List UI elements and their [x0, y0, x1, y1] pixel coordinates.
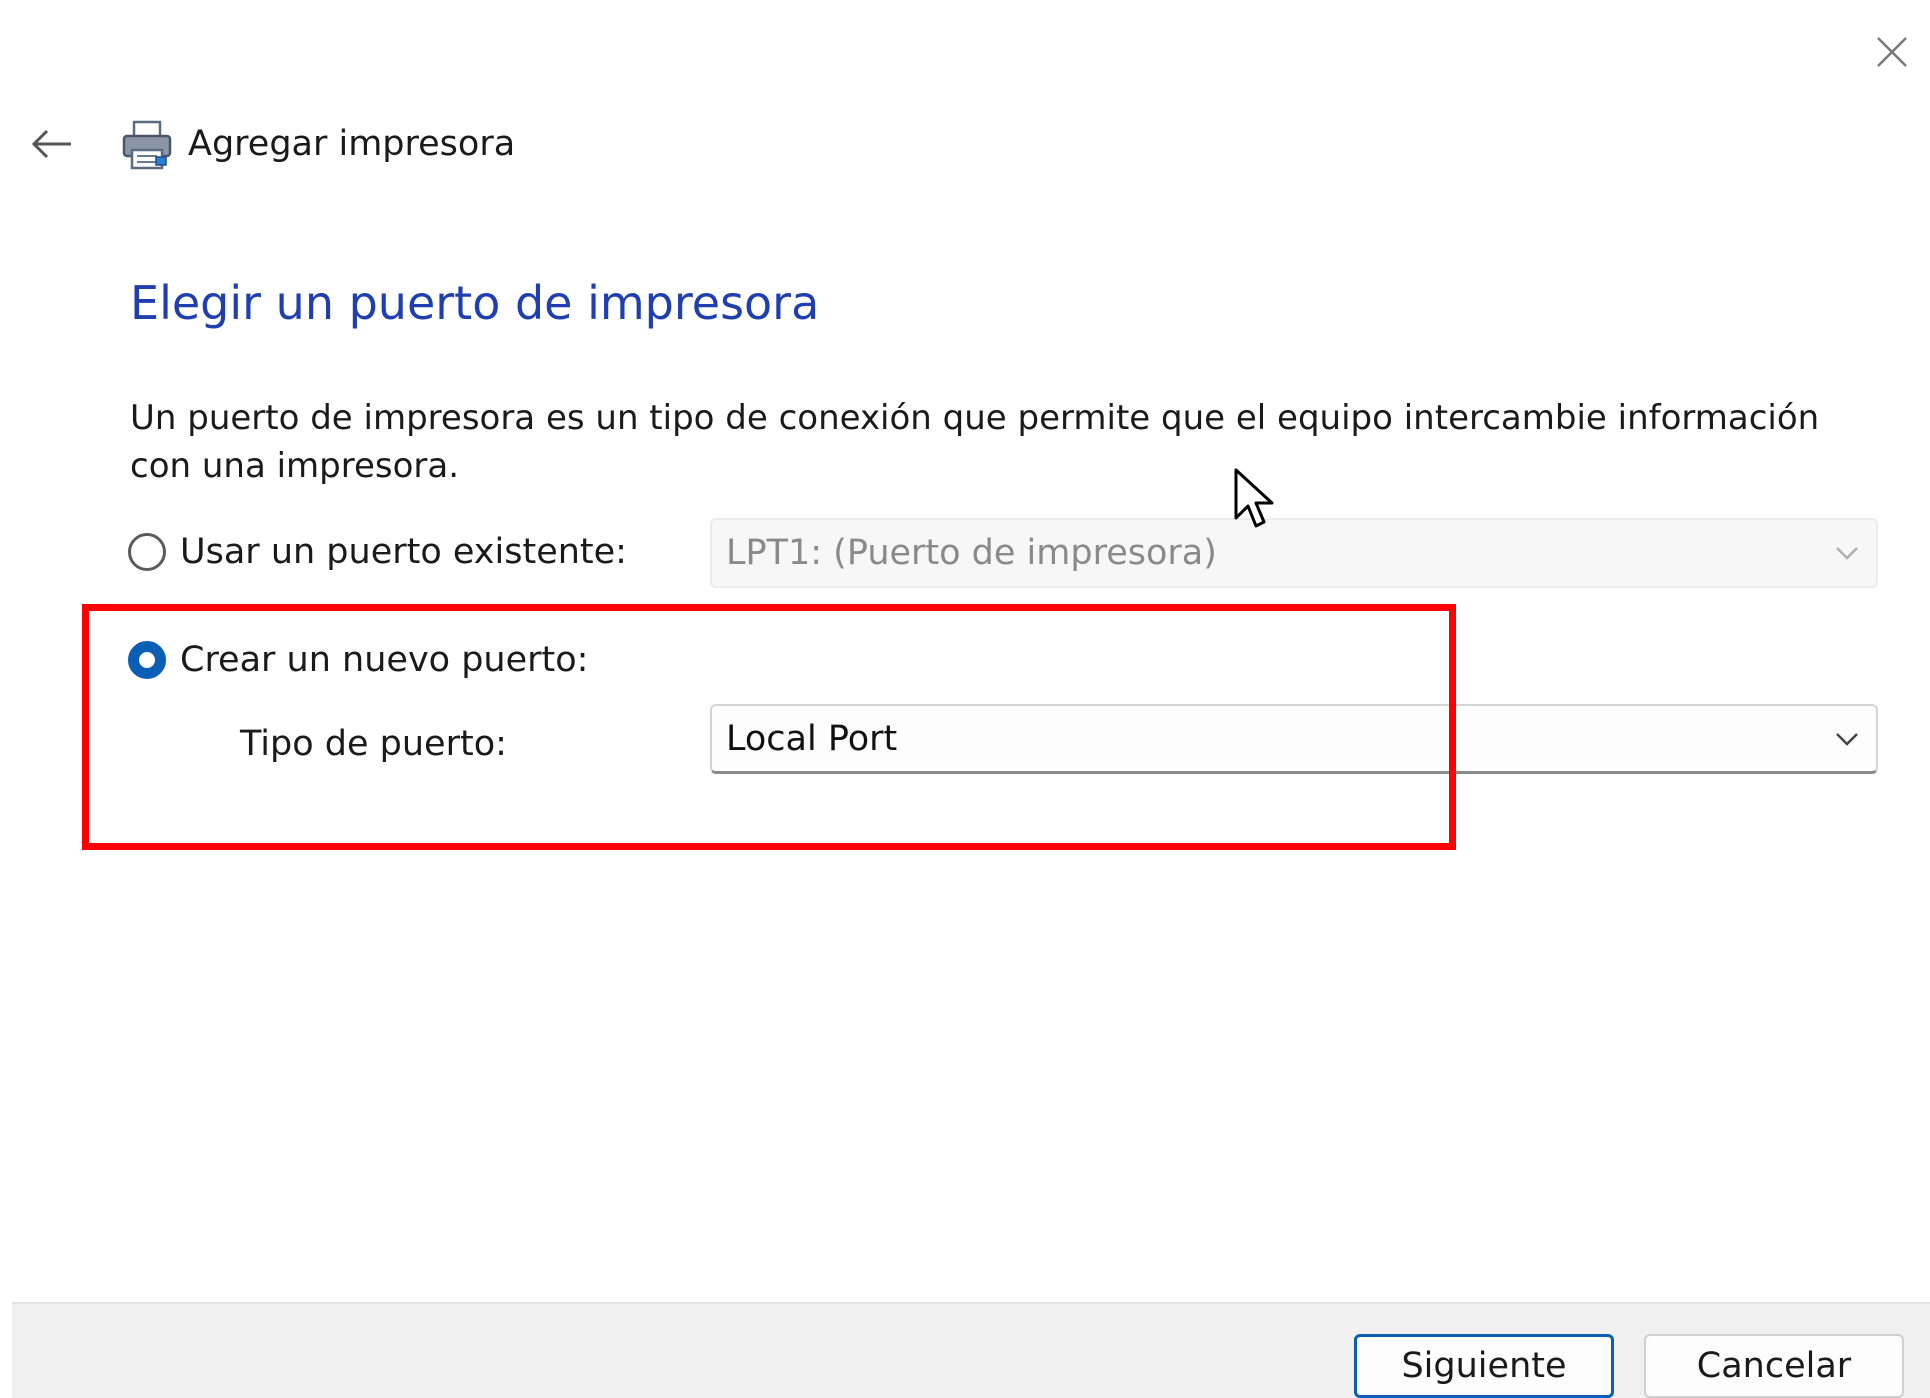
existing-port-value: LPT1: (Puerto de impresora)	[726, 533, 1217, 573]
dialog-footer	[12, 1302, 1930, 1398]
port-type-label: Tipo de puerto:	[240, 724, 507, 764]
back-button[interactable]	[28, 120, 76, 168]
port-type-dropdown[interactable]: Local Port	[710, 704, 1878, 774]
close-icon	[1877, 37, 1907, 67]
cancel-button[interactable]: Cancelar	[1644, 1334, 1904, 1398]
create-new-port-radio[interactable]	[128, 641, 166, 679]
use-existing-port-option[interactable]: Usar un puerto existente:	[128, 532, 627, 572]
description-text: Un puerto de impresora es un tipo de con…	[130, 398, 1820, 486]
window-title: Agregar impresora	[188, 124, 516, 164]
create-new-port-label: Crear un nuevo puerto:	[180, 640, 589, 680]
next-button[interactable]: Siguiente	[1354, 1334, 1614, 1398]
port-type-value: Local Port	[726, 718, 898, 759]
use-existing-port-label: Usar un puerto existente:	[180, 532, 627, 572]
create-new-port-option[interactable]: Crear un nuevo puerto:	[128, 640, 588, 680]
chevron-down-icon	[1836, 732, 1858, 746]
arrow-left-icon	[31, 129, 71, 159]
use-existing-port-radio[interactable]	[128, 533, 166, 571]
close-button[interactable]	[1868, 28, 1916, 76]
add-printer-dialog: Agregar impresora Elegir un puerto de im…	[0, 0, 1930, 1398]
chevron-down-icon	[1836, 547, 1858, 560]
page-title: Elegir un puerto de impresora	[130, 276, 820, 330]
existing-port-dropdown[interactable]: LPT1: (Puerto de impresora)	[710, 518, 1878, 588]
printer-icon	[122, 120, 172, 170]
